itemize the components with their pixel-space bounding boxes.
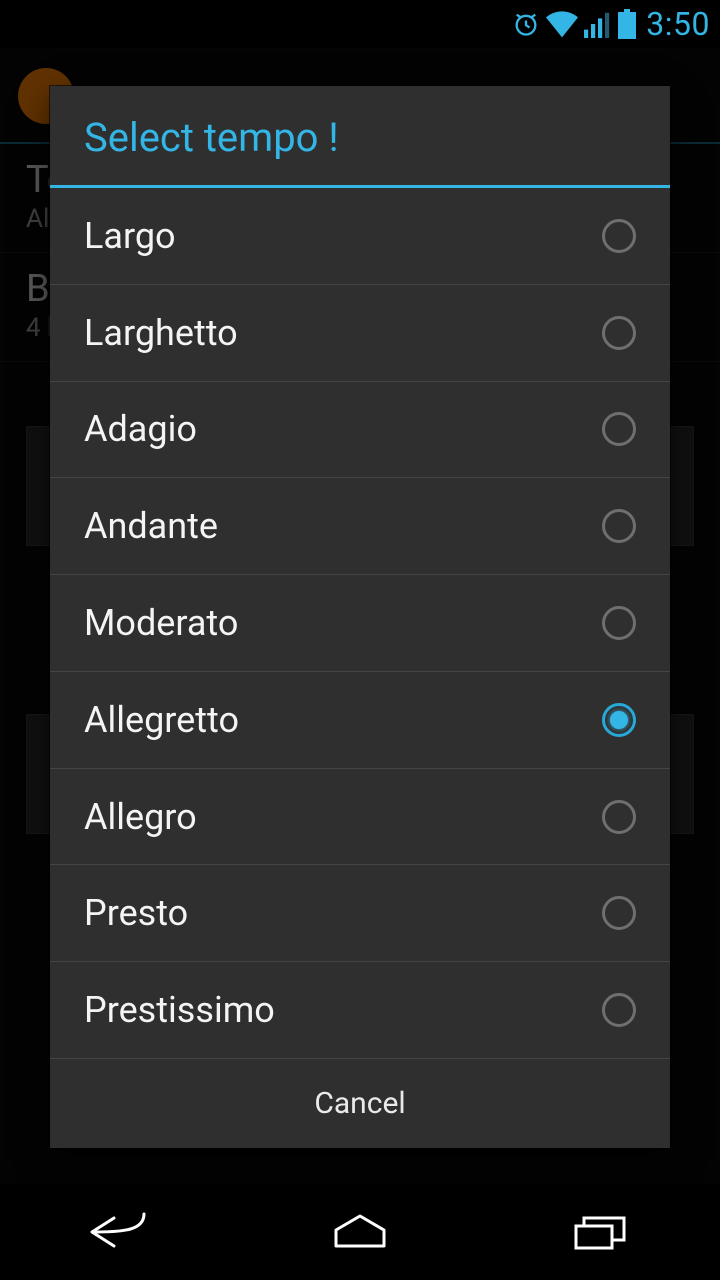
tempo-options-list: Largo Larghetto Adagio Andante Moderato Alleg… [50,188,670,1058]
radio-icon [602,993,636,1027]
tempo-option-label: Allegro [84,796,197,838]
tempo-option[interactable]: Largo [50,188,670,285]
recent-apps-icon [572,1212,628,1252]
navigation-bar [0,1184,720,1280]
tempo-option-label: Moderato [84,602,238,644]
battery-icon [618,9,636,39]
cancel-button[interactable]: Cancel [50,1058,670,1148]
select-tempo-dialog: Select tempo ! Largo Larghetto Adagio Andan… [50,86,670,1148]
wifi-icon [546,10,578,38]
alarm-icon [512,10,540,38]
radio-icon [602,896,636,930]
tempo-option-label: Prestissimo [84,989,275,1031]
signal-icon [584,10,612,38]
home-icon [330,1212,390,1252]
nav-recent-button[interactable] [530,1200,670,1264]
tempo-option-label: Allegretto [84,699,239,741]
tempo-option[interactable]: Andante [50,478,670,575]
radio-icon [602,219,636,253]
tempo-option-label: Andante [84,505,218,547]
radio-icon [602,316,636,350]
status-time: 3:50 [646,5,710,43]
radio-icon [602,509,636,543]
dialog-title: Select tempo ! [50,86,670,185]
tempo-option[interactable]: Larghetto [50,285,670,382]
back-icon [84,1212,156,1252]
radio-icon [602,703,636,737]
tempo-option[interactable]: Prestissimo [50,962,670,1058]
radio-icon [602,606,636,640]
tempo-option-label: Presto [84,892,188,934]
cancel-button-label: Cancel [314,1086,405,1121]
tempo-option-label: Largo [84,215,176,257]
status-bar: 3:50 [0,0,720,48]
nav-home-button[interactable] [290,1200,430,1264]
tempo-option[interactable]: Adagio [50,382,670,479]
radio-icon [602,412,636,446]
nav-back-button[interactable] [50,1200,190,1264]
tempo-option[interactable]: Allegro [50,769,670,866]
tempo-option-label: Adagio [84,408,197,450]
radio-icon [602,800,636,834]
tempo-option[interactable]: Moderato [50,575,670,672]
tempo-option[interactable]: Allegretto [50,672,670,769]
tempo-option[interactable]: Presto [50,865,670,962]
tempo-option-label: Larghetto [84,312,238,354]
